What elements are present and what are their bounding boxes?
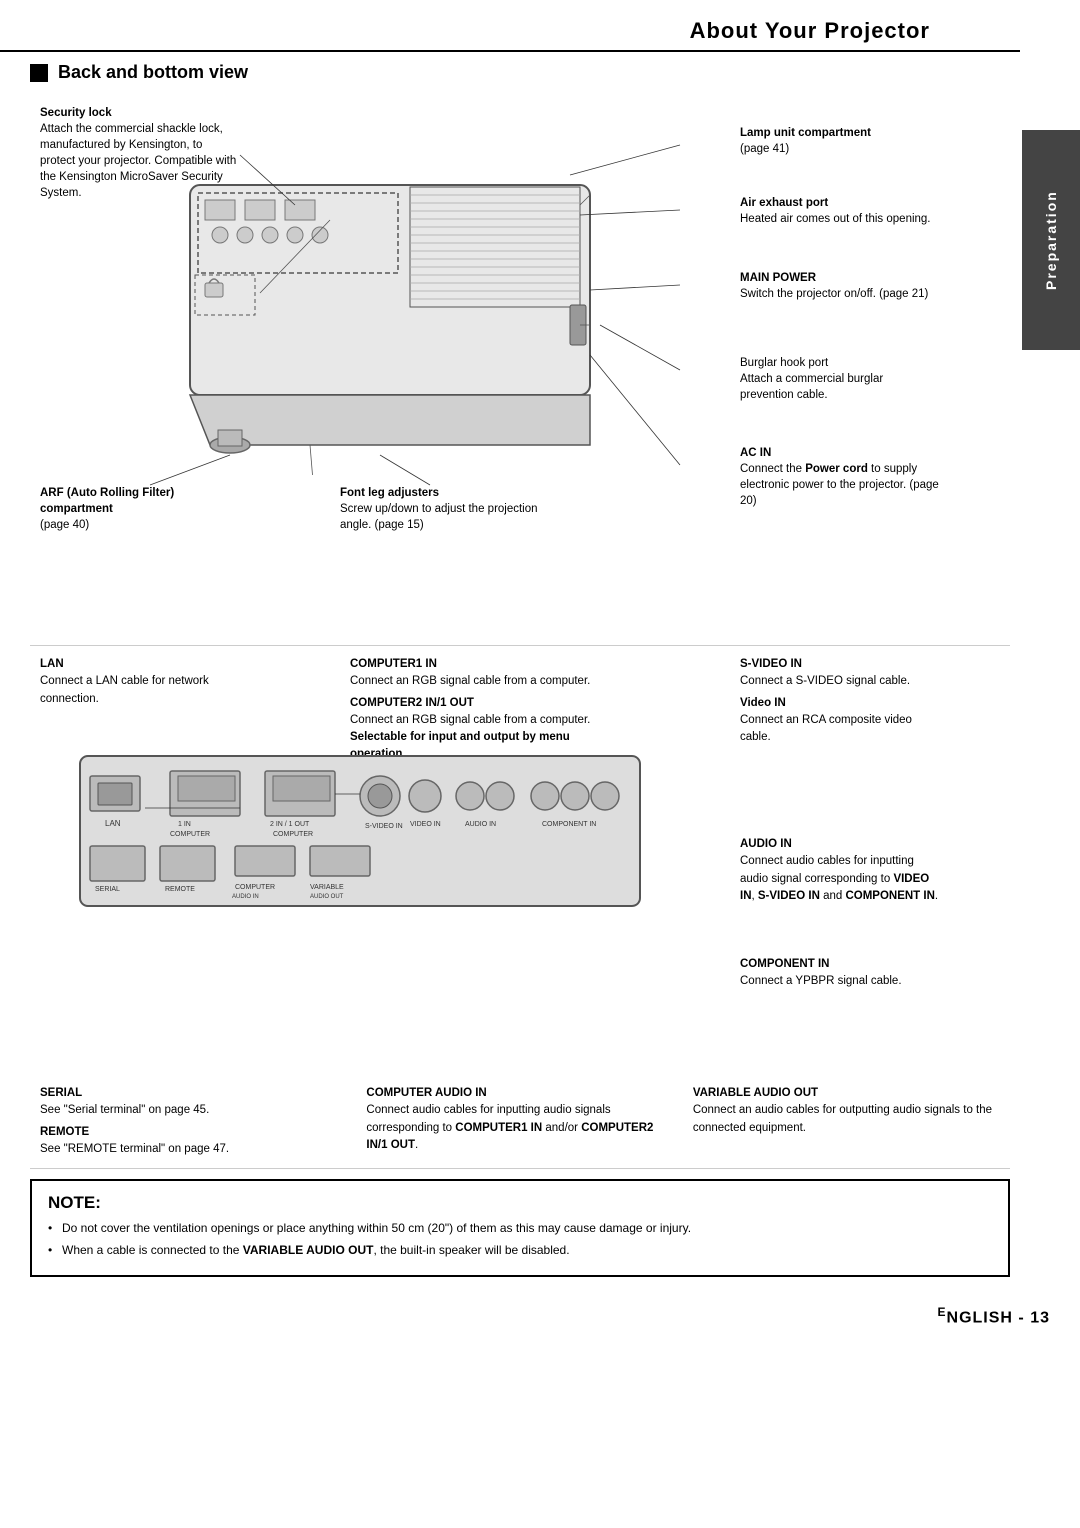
svg-text:AUDIO IN: AUDIO IN [232,894,259,900]
component-annotation: COMPONENT IN Connect a YPBPR signal cabl… [740,956,940,991]
svg-text:LAN: LAN [105,819,121,828]
air-exhaust-annotation: Air exhaust port Heated air comes out of… [740,195,940,227]
svg-text:COMPUTER: COMPUTER [273,831,313,838]
svg-text:S-VIDEO IN: S-VIDEO IN [365,823,403,830]
svg-text:2 IN / 1 OUT: 2 IN / 1 OUT [270,821,310,828]
variable-audio-label-col: VARIABLE AUDIO OUT Connect an audio cabl… [693,1085,1000,1158]
svg-text:AUDIO IN: AUDIO IN [465,821,496,828]
main-content: Back and bottom view Security lock Attac… [0,52,1080,1297]
svg-text:VIDEO IN: VIDEO IN [410,821,441,828]
lamp-annotation: Lamp unit compartment (page 41) [740,125,940,157]
bottom-labels: SERIAL See "Serial terminal" on page 45.… [30,1085,1010,1158]
svg-text:COMPUTER: COMPUTER [170,831,210,838]
audio-in-annotation: AUDIO IN Connect audio cables for inputt… [740,836,940,905]
section-heading: Back and bottom view [30,62,1010,83]
connector-panel-illustration: LAN 1 IN COMPUTER 2 IN / 1 OUT COMPUTER … [70,746,650,946]
svg-text:COMPUTER: COMPUTER [235,884,275,891]
projector-diagram: Security lock Attach the commercial shac… [30,95,1010,625]
section-title: Back and bottom view [58,62,248,83]
page-title: About Your Projector [0,18,930,44]
arf-annotation: ARF (Auto Rolling Filter) compartment (p… [40,485,230,533]
ac-in-annotation: AC IN Connect the Power cord to supply e… [740,445,940,509]
note-item-2: When a cable is connected to the VARIABL… [48,1241,992,1259]
font-leg-annotation: Font leg adjusters Screw up/down to adju… [340,485,540,533]
connector-area: LAN Connect a LAN cable for network conn… [30,645,1010,1065]
note-box: NOTE: Do not cover the ventilation openi… [30,1179,1010,1277]
footer-text: ENGLISH - 13 [938,1305,1050,1327]
note-item-1: Do not cover the ventilation openings or… [48,1219,992,1237]
projector-illustration [130,145,660,475]
page-footer: ENGLISH - 13 [0,1297,1080,1335]
serial-label-col: SERIAL See "Serial terminal" on page 45.… [40,1085,347,1158]
svg-text:AUDIO OUT: AUDIO OUT [310,894,344,900]
svg-text:VARIABLE: VARIABLE [310,884,344,891]
svideo-annotation: S-VIDEO IN Connect a S-VIDEO signal cabl… [740,656,940,746]
burglar-hook-annotation: Burglar hook port Attach a commercial bu… [740,355,940,403]
page-header: About Your Projector [0,0,1020,52]
main-power-annotation: MAIN POWER Switch the projector on/off. … [740,270,940,302]
svg-text:1 IN: 1 IN [178,821,191,828]
preparation-tab: Preparation [1022,130,1080,350]
note-title: NOTE: [48,1193,992,1213]
section-icon [30,64,48,82]
computer-audio-label-col: COMPUTER AUDIO IN Connect audio cables f… [366,1085,673,1158]
note-list: Do not cover the ventilation openings or… [48,1219,992,1259]
lan-annotation: LAN Connect a LAN cable for network conn… [40,656,210,708]
divider [30,1168,1010,1169]
svg-text:SERIAL: SERIAL [95,886,120,893]
svg-text:COMPONENT IN: COMPONENT IN [542,821,596,828]
svg-text:REMOTE: REMOTE [165,886,195,893]
